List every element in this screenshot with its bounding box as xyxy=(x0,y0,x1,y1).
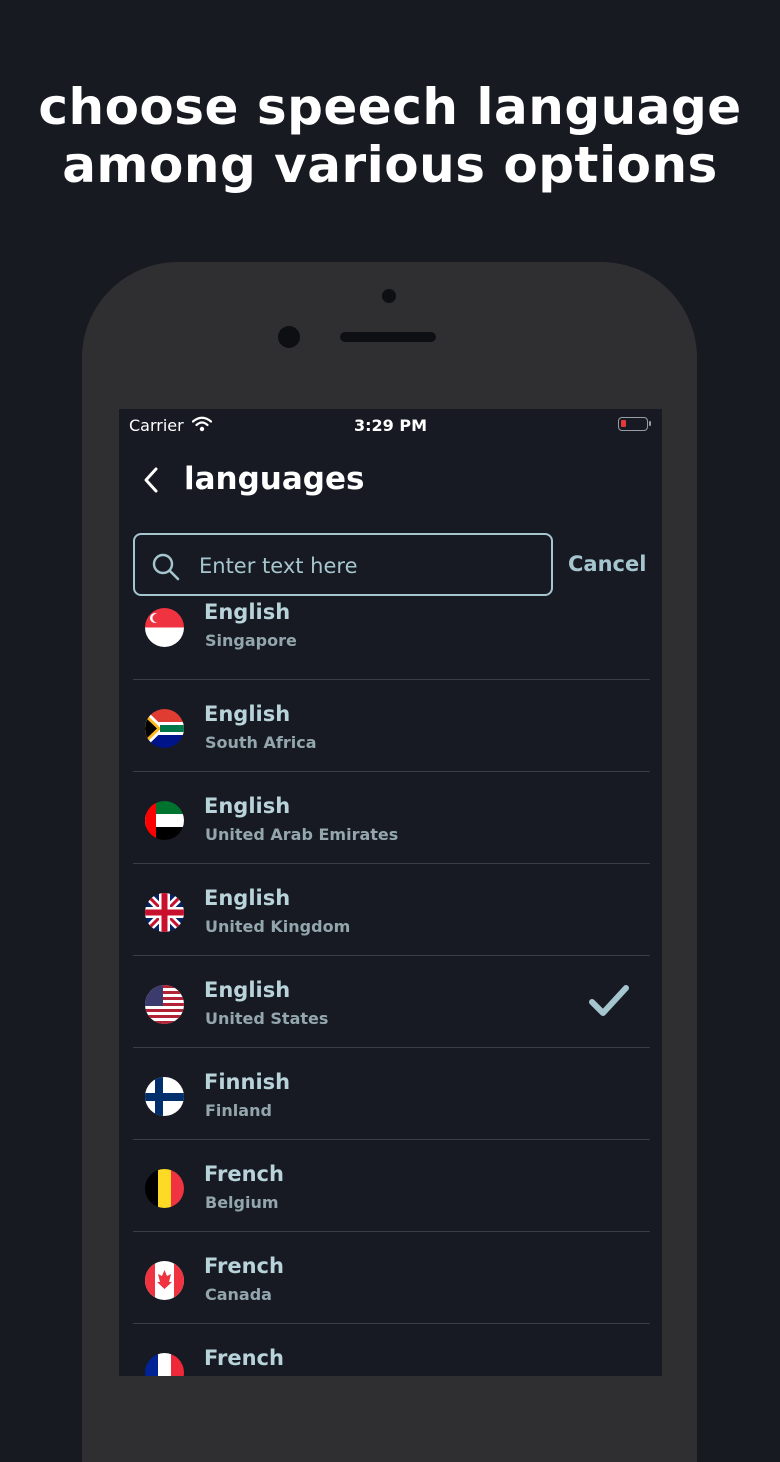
language-name: French xyxy=(204,1254,284,1278)
language-region: United Arab Emirates xyxy=(205,825,399,844)
language-row-finland[interactable]: Finnish Finland xyxy=(133,1048,650,1140)
language-region: South Africa xyxy=(205,733,317,752)
earpiece-speaker xyxy=(340,332,436,342)
front-camera xyxy=(278,326,300,348)
language-region: United Kingdom xyxy=(205,917,351,936)
language-name: English xyxy=(204,600,291,624)
language-region: Belgium xyxy=(205,1193,279,1212)
singapore-flag-icon xyxy=(145,608,184,647)
language-name: English xyxy=(204,702,291,726)
belgium-flag-icon xyxy=(145,1169,184,1208)
language-row-singapore[interactable]: English Singapore xyxy=(133,586,650,680)
language-name: English xyxy=(204,886,291,910)
language-name: English xyxy=(204,978,291,1002)
language-list: English Singapore English South Africa E… xyxy=(133,586,650,1376)
search-icon xyxy=(151,552,181,586)
battery-icon xyxy=(618,417,651,431)
sensor-dot xyxy=(382,289,396,303)
back-chevron-icon[interactable] xyxy=(139,465,163,499)
page-title: languages xyxy=(184,461,365,497)
language-name: French xyxy=(204,1346,284,1370)
selected-checkmark-icon xyxy=(588,983,630,1023)
canada-flag-icon xyxy=(145,1261,184,1300)
language-row-united-kingdom[interactable]: English United Kingdom xyxy=(133,864,650,956)
south-africa-flag-icon xyxy=(145,709,184,748)
language-name: Finnish xyxy=(204,1070,291,1094)
nav-bar: languages xyxy=(119,459,662,503)
language-region: Singapore xyxy=(205,631,297,650)
finland-flag-icon xyxy=(145,1077,184,1116)
language-row-canada[interactable]: French Canada xyxy=(133,1232,650,1324)
language-row-united-arab-emirates[interactable]: English United Arab Emirates xyxy=(133,772,650,864)
headline-line-1: choose speech language xyxy=(38,78,742,136)
language-region: United States xyxy=(205,1009,329,1028)
uae-flag-icon xyxy=(145,801,184,840)
france-flag-icon xyxy=(145,1353,184,1376)
language-row-united-states[interactable]: English United States xyxy=(133,956,650,1048)
language-name: English xyxy=(204,794,291,818)
headline: choose speech language among various opt… xyxy=(0,78,780,194)
language-row-south-africa[interactable]: English South Africa xyxy=(133,680,650,772)
language-row-france[interactable]: French xyxy=(133,1324,650,1376)
us-flag-icon xyxy=(145,985,184,1024)
search-input[interactable] xyxy=(197,545,541,587)
phone-screen: Carrier 3:29 PM languages Cancel xyxy=(119,409,662,1376)
uk-flag-icon xyxy=(145,893,184,932)
status-time: 3:29 PM xyxy=(353,416,427,435)
language-name: French xyxy=(204,1162,284,1186)
status-bar: Carrier 3:29 PM xyxy=(119,409,662,443)
cancel-button[interactable]: Cancel xyxy=(568,552,646,576)
headline-line-2: among various options xyxy=(62,136,718,194)
language-region: Finland xyxy=(205,1101,272,1120)
language-row-belgium[interactable]: French Belgium xyxy=(133,1140,650,1232)
language-region: Canada xyxy=(205,1285,272,1304)
